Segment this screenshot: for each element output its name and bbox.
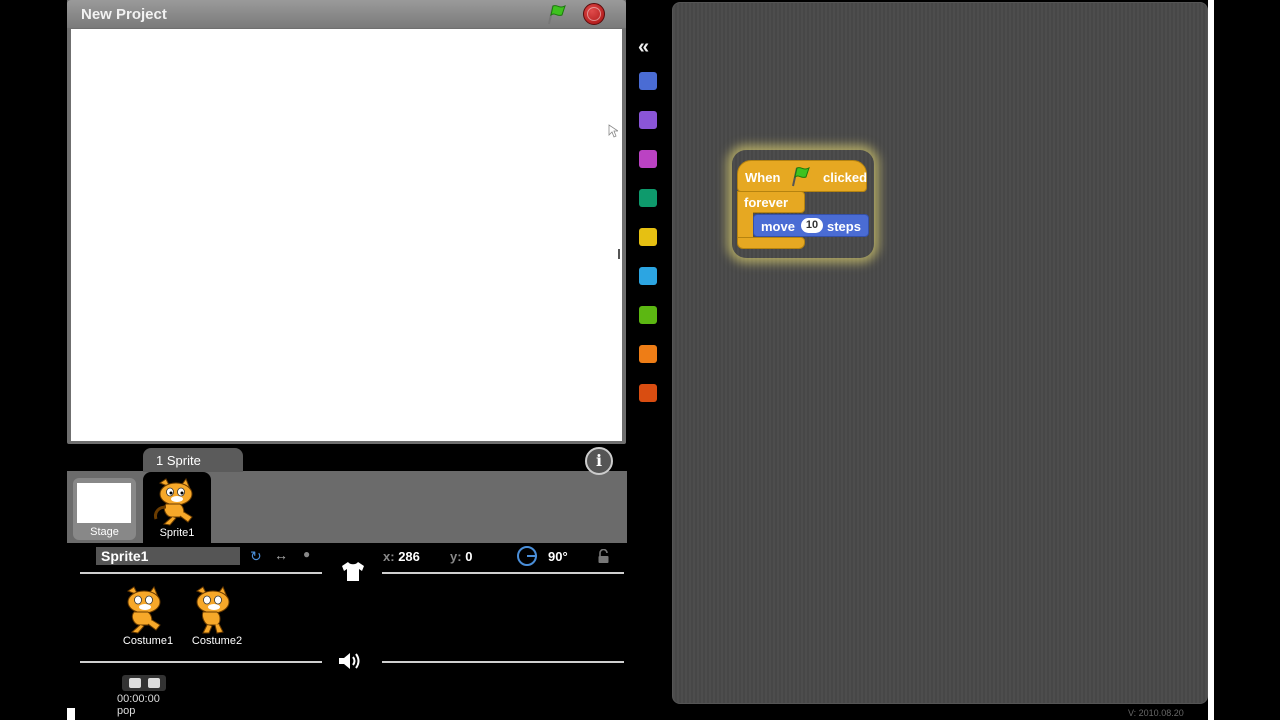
project-title: New Project [81,6,167,23]
flip-style-icon[interactable]: ↔ [274,547,288,563]
forever-block-bottom [737,237,805,249]
sounds-tab-speaker-icon[interactable] [337,650,365,672]
stage-thumbnail-image [77,483,131,523]
category-operators-button[interactable] [639,306,657,324]
stage-resize-handle[interactable] [618,249,620,259]
sprite-label: Sprite1 [159,527,195,539]
costumes-tab-shirt-icon[interactable] [339,560,367,582]
stage-canvas[interactable] [71,29,622,441]
forever-block[interactable]: forever [737,191,805,213]
sprite-thumbnail[interactable]: Sprite1 [143,472,211,543]
sprite-count-tab: 1 Sprite [143,448,243,472]
sound-duration: 00:00:00 [117,693,160,705]
green-flag-button[interactable] [544,3,568,25]
stage-thumbnail[interactable]: Stage [73,478,136,540]
costumes-divider-right [382,572,624,574]
no-rotate-icon[interactable]: ● [303,547,310,561]
mouse-cursor-icon [608,124,618,138]
sound-player [122,675,166,691]
info-button[interactable]: i [585,447,613,475]
lock-icon[interactable] [597,549,610,564]
direction-icon[interactable] [517,546,537,566]
category-pen-button[interactable] [639,189,657,207]
forever-block-arm [737,212,753,240]
sounds-divider-right [382,661,624,663]
right-white-edge [1208,0,1214,720]
sound-name: pop [117,705,136,717]
cat-sprite-icon [154,477,193,526]
stage-label: Stage [90,526,119,538]
category-motion-button[interactable] [639,72,657,90]
move-steps-block[interactable]: move 10 steps [753,214,869,237]
costume-item[interactable]: Costume1 [118,585,178,647]
sprite-name-field[interactable]: Sprite1 [96,547,240,565]
play-button[interactable] [129,678,141,688]
x-coordinate: x: 286 [383,549,420,564]
category-looks-button[interactable] [639,111,657,129]
costumes-divider-left [80,572,322,574]
green-flag-icon [792,167,810,187]
when-flag-clicked-block[interactable]: When clicked [737,160,867,192]
left-white-edge [67,708,75,720]
stage-panel: New Project [67,0,626,444]
category-sound-button[interactable] [639,150,657,168]
cat-costume-icon [195,585,230,634]
version-label: V: 2010.08.20 [1128,708,1184,718]
category-variables-button[interactable] [639,345,657,363]
category-sensing-alt-button[interactable] [639,384,657,402]
stop-sound-button[interactable] [148,678,160,688]
y-coordinate: y: 0 [450,549,473,564]
costume-label: Costume2 [191,635,243,647]
category-control-button[interactable] [639,228,657,246]
collapse-palette-button[interactable]: « [638,36,649,59]
stage-titlebar: New Project [67,0,626,28]
cat-costume-icon [126,585,161,634]
rotate-style-icon[interactable]: ↻ [250,548,262,565]
scripts-area[interactable] [672,2,1208,704]
direction-value: 90° [548,549,568,564]
move-steps-input[interactable]: 10 [801,218,823,233]
costume-item[interactable]: Costume2 [187,585,247,647]
costume-label: Costume1 [122,635,174,647]
sounds-divider-left [80,661,322,663]
category-sensing-button[interactable] [639,267,657,285]
stop-button[interactable] [583,3,605,25]
